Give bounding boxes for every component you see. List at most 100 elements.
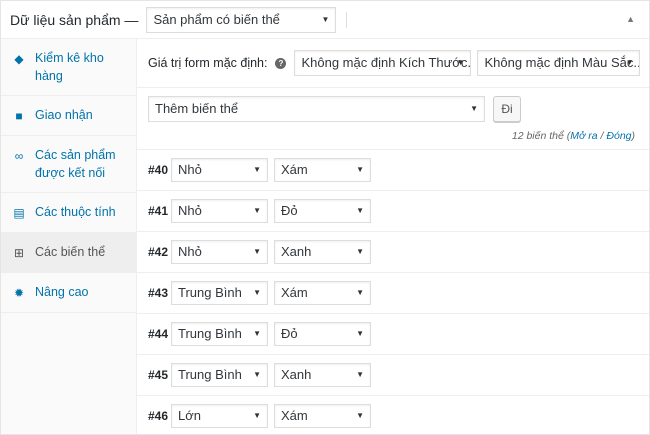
tab-item[interactable]: ∞ Các sản phẩm được kết nối (1, 136, 136, 193)
variation-size-select[interactable]: Nhỏ ▼ (171, 158, 268, 182)
chevron-down-icon: ▼ (625, 58, 634, 67)
variation-color-value: Đỏ (281, 326, 298, 341)
panel-header: Dữ liệu sản phẩm — Sản phẩm có biến thể … (1, 1, 649, 39)
tag-icon: ◆ (14, 52, 24, 66)
variation-row[interactable]: #45 Trung Bình ▼ Xanh ▼ (137, 355, 649, 396)
product-type-select[interactable]: Sản phẩm có biến thể ▼ (146, 6, 337, 33)
variation-size-value: Lớn (178, 408, 201, 423)
variation-size-select[interactable]: Trung Bình ▼ (171, 281, 268, 305)
chevron-down-icon: ▼ (253, 370, 261, 379)
variation-size-select[interactable]: Nhỏ ▼ (171, 240, 268, 264)
variation-color-value: Xám (281, 285, 308, 300)
product-type-value: Sản phẩm có biến thể (153, 11, 280, 27)
variation-size-select[interactable]: Nhỏ ▼ (171, 199, 268, 223)
variation-color-select[interactable]: Đỏ ▼ (274, 199, 371, 223)
variation-id: #44 (148, 327, 169, 341)
chevron-down-icon: ▼ (321, 14, 330, 24)
variation-size-value: Nhỏ (178, 162, 202, 177)
variation-size-value: Trung Bình (178, 367, 242, 382)
go-button[interactable]: Đi (493, 96, 521, 122)
variation-color-value: Đỏ (281, 203, 298, 218)
variation-id: #41 (148, 204, 169, 218)
tab-label: Giao nhận (35, 108, 93, 122)
variation-list: #40 Nhỏ ▼ Xám ▼ #41 Nhỏ ▼ Đỏ ▼ #42 Nhỏ ▼ Xanh ▼ #43 Trun… (137, 150, 649, 434)
list-icon: ▤ (13, 206, 25, 220)
gear-icon: ✹ (13, 286, 25, 300)
tab-item[interactable]: ◆ Kiểm kê kho hàng (1, 39, 136, 96)
tab-item[interactable]: ⊞ Các biến thể (1, 233, 136, 273)
default-form-values: Giá trị form mặc định: ? Không mặc định … (137, 39, 649, 88)
chevron-down-icon: ▼ (253, 411, 261, 420)
collapse-all-link[interactable]: Đóng (606, 130, 631, 142)
variation-size-value: Trung Bình (178, 285, 242, 300)
variation-id: #45 (148, 368, 169, 382)
tab-label: Nâng cao (35, 285, 89, 299)
collapse-panel-icon[interactable]: ▲ (626, 14, 635, 24)
header-divider (346, 11, 348, 28)
default-size-select[interactable]: Không mặc định Kích Thước... ▼ (294, 50, 472, 76)
chevron-down-icon: ▼ (356, 411, 364, 420)
variation-color-select[interactable]: Xám ▼ (274, 158, 371, 182)
variation-color-value: Xanh (281, 367, 312, 382)
tab-item[interactable]: ■ Giao nhận (1, 96, 136, 136)
truck-icon: ■ (15, 109, 23, 123)
variation-row[interactable]: #46 Lớn ▼ Xám ▼ (137, 396, 649, 434)
variation-size-select[interactable]: Trung Bình ▼ (171, 363, 268, 387)
variation-id: #40 (148, 163, 169, 177)
tab-label: Các thuộc tính (35, 205, 116, 219)
variation-id: #43 (148, 286, 169, 300)
variation-row[interactable]: #40 Nhỏ ▼ Xám ▼ (137, 150, 649, 191)
variation-color-value: Xám (281, 162, 308, 177)
variation-size-select[interactable]: Lớn ▼ (171, 404, 268, 428)
variation-color-select[interactable]: Xám ▼ (274, 404, 371, 428)
chevron-down-icon: ▼ (253, 247, 261, 256)
default-values-label: Giá trị form mặc định: (148, 56, 268, 70)
expand-all-link[interactable]: Mở ra (570, 130, 597, 142)
chevron-down-icon: ▼ (253, 329, 261, 338)
chevron-down-icon: ▼ (356, 206, 364, 215)
product-data-panel: Dữ liệu sản phẩm — Sản phẩm có biến thể … (0, 0, 650, 435)
variation-row[interactable]: #43 Trung Bình ▼ Xám ▼ (137, 273, 649, 314)
tab-label: Các sản phẩm được kết nối (35, 148, 116, 180)
tab-label: Kiểm kê kho hàng (35, 51, 104, 83)
variation-action-value: Thêm biến thể (155, 101, 239, 116)
variation-color-select[interactable]: Xanh ▼ (274, 363, 371, 387)
variation-size-select[interactable]: Trung Bình ▼ (171, 322, 268, 346)
variation-id: #42 (148, 245, 169, 259)
help-icon[interactable]: ? (275, 57, 287, 69)
variation-color-select[interactable]: Xanh ▼ (274, 240, 371, 264)
tab-item[interactable]: ✹ Nâng cao (1, 273, 136, 313)
chevron-down-icon: ▼ (470, 104, 478, 113)
variation-color-value: Xám (281, 408, 308, 423)
chevron-down-icon: ▼ (253, 165, 261, 174)
variation-row[interactable]: #44 Trung Bình ▼ Đỏ ▼ (137, 314, 649, 355)
chevron-down-icon: ▼ (356, 329, 364, 338)
variation-size-value: Nhỏ (178, 244, 202, 259)
chevron-down-icon: ▼ (356, 247, 364, 256)
variation-actions: Thêm biến thể ▼ Đi 12 biến thể (Mở ra / … (137, 88, 649, 150)
panel-title: Dữ liệu sản phẩm — (10, 11, 139, 28)
tab-label: Các biến thể (35, 245, 106, 259)
chevron-down-icon: ▼ (253, 288, 261, 297)
variation-row[interactable]: #42 Nhỏ ▼ Xanh ▼ (137, 232, 649, 273)
variation-size-value: Nhỏ (178, 203, 202, 218)
variation-color-select[interactable]: Đỏ ▼ (274, 322, 371, 346)
grid-icon: ⊞ (13, 246, 25, 260)
chevron-down-icon: ▼ (356, 288, 364, 297)
variation-action-select[interactable]: Thêm biến thể ▼ (148, 96, 485, 122)
default-size-value: Không mặc định Kích Thước... (301, 55, 472, 70)
chevron-down-icon: ▼ (456, 58, 465, 67)
chevron-down-icon: ▼ (356, 370, 364, 379)
chevron-down-icon: ▼ (253, 206, 261, 215)
chevron-down-icon: ▼ (356, 165, 364, 174)
variation-count: 12 biến thể (Mở ra / Đóng) (511, 130, 635, 142)
variations-panel: Giá trị form mặc định: ? Không mặc định … (137, 39, 649, 434)
variation-color-value: Xanh (281, 244, 312, 259)
variation-row[interactable]: #41 Nhỏ ▼ Đỏ ▼ (137, 191, 649, 232)
default-color-select[interactable]: Không mặc định Màu Sắc... ▼ (477, 50, 641, 76)
variation-color-select[interactable]: Xám ▼ (274, 281, 371, 305)
tab-item[interactable]: ▤ Các thuộc tính (1, 193, 136, 233)
variation-count-text: 12 biến thể (511, 130, 564, 142)
variation-id: #46 (148, 409, 169, 423)
default-color-value: Không mặc định Màu Sắc... (484, 55, 641, 70)
